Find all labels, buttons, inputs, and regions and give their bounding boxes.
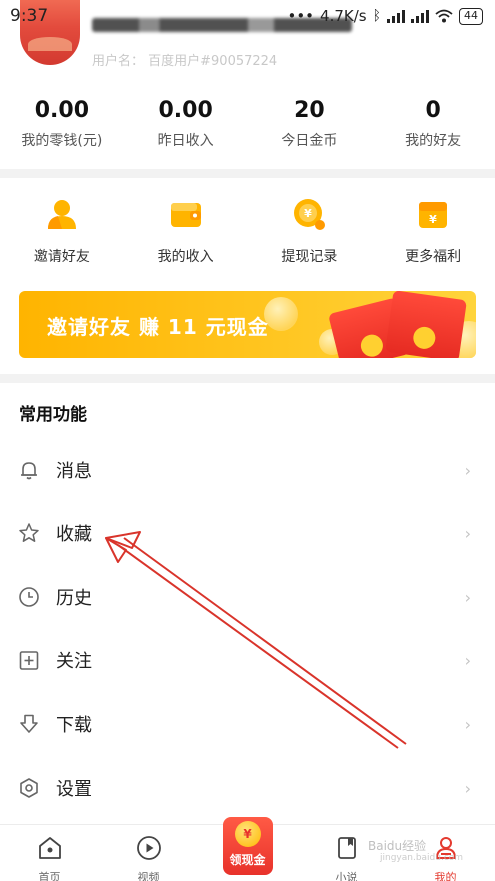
menu-label: 下载	[56, 715, 92, 736]
star-icon	[19, 523, 39, 542]
quick-label: 我的收入	[157, 249, 214, 265]
network-speed: 4.7K/s	[320, 7, 367, 25]
menu-item-history[interactable]: 历史 ›	[0, 565, 495, 629]
menu-label: 设置	[56, 779, 92, 800]
status-bar: 9:37 ••• 4.7K/s ᛒ 44	[0, 0, 495, 32]
stat-value: 0.00	[34, 98, 90, 123]
bell-icon	[21, 462, 37, 480]
nav-home[interactable]: 首页	[0, 825, 99, 881]
nav-label: 领现金	[229, 853, 266, 867]
battery-icon: 44	[459, 7, 483, 25]
yen-coin-icon: ¥	[234, 821, 261, 847]
stat-today-coins[interactable]: 20 今日金币	[248, 98, 372, 150]
download-icon	[20, 714, 38, 733]
chevron-right-icon: ›	[464, 650, 471, 670]
stat-label: 昨日收入	[157, 133, 214, 149]
nav-label: 小说	[335, 871, 358, 881]
stat-label: 我的好友	[405, 133, 462, 149]
menu-item-follow[interactable]: 关注 ›	[0, 628, 495, 692]
chevron-right-icon: ›	[464, 460, 471, 480]
stats-row: 0.00 我的零钱(元) 0.00 昨日收入 20 今日金币 0 我的好友	[0, 98, 495, 150]
settings-icon	[20, 778, 38, 798]
chevron-right-icon: ›	[464, 778, 471, 798]
quick-label: 更多福利	[405, 249, 462, 265]
signal-icon	[411, 9, 429, 23]
section-divider	[0, 169, 495, 178]
notification-dots: •••	[287, 7, 315, 25]
book-icon	[337, 837, 356, 859]
menu-label: 关注	[56, 651, 92, 672]
nav-label: 首页	[38, 871, 61, 881]
menu-label: 收藏	[56, 524, 92, 545]
menu-label: 消息	[56, 461, 92, 482]
person-icon	[47, 200, 76, 229]
banner-text: 邀请好友 赚 11 元现金	[47, 315, 269, 339]
coin-yen-icon: ¥	[294, 199, 326, 230]
chevron-right-icon: ›	[464, 523, 471, 543]
nav-get-cash[interactable]: ¥ 领现金	[198, 817, 297, 881]
nav-label: 我的	[434, 871, 457, 881]
menu-label: 历史	[56, 588, 92, 609]
menu-item-download[interactable]: 下载 ›	[0, 692, 495, 756]
user-id: 用户名： 百度用户#90057224	[92, 54, 278, 69]
watermark-url: jingyan.baidu.com	[380, 853, 464, 863]
add-box-icon	[19, 651, 39, 670]
stat-label: 今日金币	[281, 133, 338, 149]
get-cash-button[interactable]: ¥ 领现金	[222, 817, 273, 875]
stat-value: 0	[425, 98, 441, 123]
home-icon	[38, 837, 61, 859]
wifi-icon	[435, 9, 453, 23]
bluetooth-icon: ᛒ	[372, 8, 381, 24]
section-divider	[0, 374, 495, 383]
stat-label: 我的零钱(元)	[21, 133, 103, 149]
wallet-icon	[170, 203, 201, 227]
quick-withdraw-records[interactable]: ¥ 提现记录	[248, 196, 372, 266]
play-icon	[136, 836, 161, 860]
svg-text:¥: ¥	[305, 207, 313, 220]
invite-banner[interactable]: 邀请好友 赚 11 元现金	[19, 291, 476, 358]
signal-icon	[387, 9, 405, 23]
stat-yesterday-income[interactable]: 0.00 昨日收入	[124, 98, 248, 150]
banner-coin-decoration	[264, 297, 298, 331]
status-time: 9:37	[10, 6, 49, 26]
stat-friends[interactable]: 0 我的好友	[371, 98, 495, 150]
quick-label: 邀请好友	[33, 249, 90, 265]
chevron-right-icon: ›	[464, 714, 471, 734]
svg-text:¥: ¥	[429, 213, 437, 226]
red-packet-decoration	[385, 291, 467, 358]
status-indicators: ••• 4.7K/s ᛒ 44	[287, 7, 483, 25]
quick-more-benefits[interactable]: ¥ 更多福利	[371, 196, 495, 266]
stat-value: 20	[294, 98, 325, 123]
gift-icon: ¥	[419, 202, 448, 228]
stat-value: 0.00	[158, 98, 213, 123]
profile-page: 9:37 ••• 4.7K/s ᛒ 44 用户名： 百度用户#90057224 …	[0, 0, 495, 881]
quick-actions: 邀请好友 我的收入 ¥ 提现记录 ¥ 更多福利	[0, 196, 495, 266]
chevron-right-icon: ›	[464, 587, 471, 607]
menu-item-messages[interactable]: 消息 ›	[0, 438, 495, 502]
nav-video[interactable]: 视频	[99, 825, 198, 881]
quick-my-income[interactable]: 我的收入	[124, 196, 248, 266]
watermark: Baidu经验	[368, 839, 427, 853]
nav-label: 视频	[137, 871, 160, 881]
section-title: 常用功能	[19, 405, 87, 425]
menu-item-favorites[interactable]: 收藏 ›	[0, 501, 495, 565]
quick-label: 提现记录	[281, 249, 338, 265]
quick-invite-friends[interactable]: 邀请好友	[0, 196, 124, 266]
menu-item-settings[interactable]: 设置 ›	[0, 756, 495, 820]
clock-icon	[19, 587, 39, 607]
stat-change[interactable]: 0.00 我的零钱(元)	[0, 98, 124, 150]
